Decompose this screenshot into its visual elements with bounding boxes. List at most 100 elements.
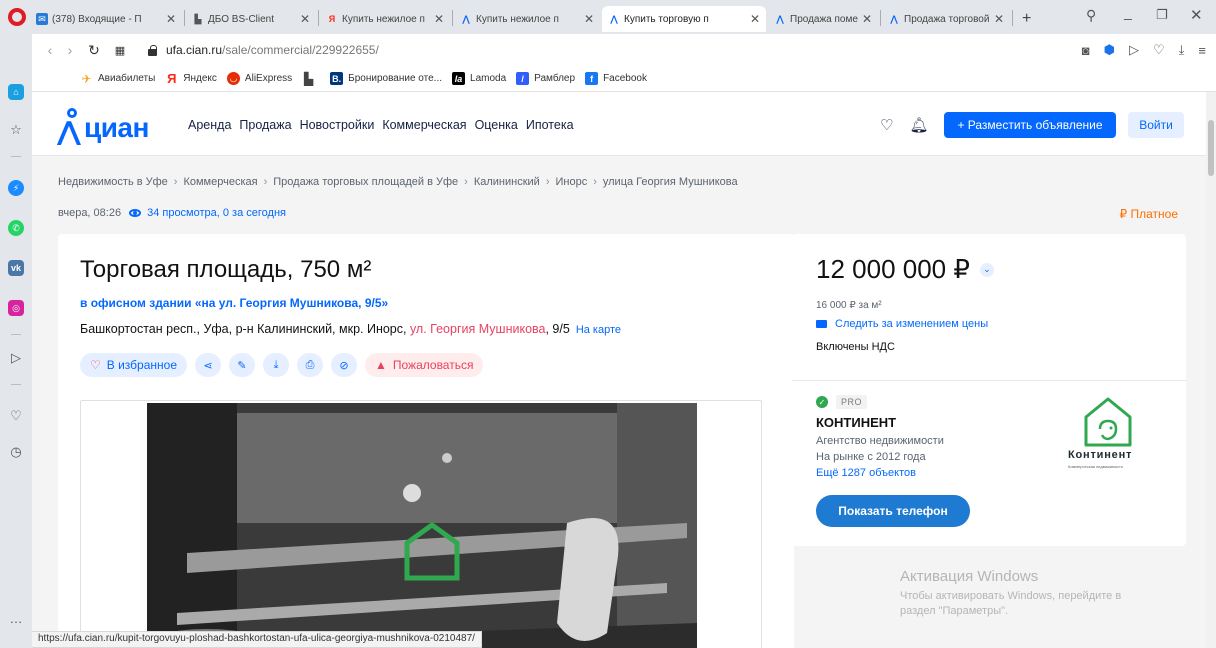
street-link[interactable]: ул. Георгия Мушникова (410, 322, 546, 336)
opera-logo-icon[interactable] (8, 8, 26, 26)
windows-activation-text: Чтобы активировать Windows, перейдите в … (900, 589, 1121, 619)
tab-mail[interactable]: ✉ (378) Входящие - П ✕ (30, 6, 182, 32)
speed-dial-icon[interactable]: ▦ (110, 44, 130, 57)
price-history-chevron-icon[interactable]: ⌄ (979, 262, 994, 277)
add-to-favorites-button[interactable]: ♡ В избранное (80, 353, 187, 377)
print-icon: ⎙ (305, 358, 315, 371)
bookmark-folder[interactable]: ▙ (302, 72, 320, 86)
easy-setup-icon[interactable]: ≡ (1198, 43, 1206, 58)
tab-yandex[interactable]: Я Купить нежилое п ✕ (320, 6, 450, 32)
nav-new-buildings[interactable]: Новостройки (300, 118, 375, 132)
close-tab-icon[interactable]: ✕ (300, 12, 310, 26)
camera-icon[interactable]: ◙ (1082, 43, 1090, 58)
breadcrumb-item[interactable]: Инорс (555, 176, 587, 188)
tab-cian-3[interactable]: ⋀ Продажа помещен ✕ (768, 6, 878, 32)
instagram-icon[interactable]: ◎ (8, 300, 24, 316)
workspace-star-icon[interactable]: ☆ (8, 122, 24, 138)
edit-note-button[interactable]: ✎ (229, 353, 255, 377)
notifications-bell-icon[interactable]: 🔔︎ (909, 116, 928, 134)
hide-eye-icon: ⊘ (339, 359, 349, 372)
agent-logo[interactable]: Континент Коммерческая недвижимость (1064, 395, 1166, 471)
photo-gallery[interactable] (80, 400, 762, 648)
tab-cian-4[interactable]: ⋀ Продажа торговой ✕ (882, 6, 1010, 32)
post-ad-button[interactable]: + Разместить объявление (944, 112, 1116, 138)
breadcrumb-item[interactable]: улица Георгия Мушникова (603, 176, 738, 188)
restore-icon[interactable]: ❐ (1156, 7, 1168, 23)
share-button[interactable]: ⋖ (195, 353, 221, 377)
bookmark-facebook[interactable]: f Facebook (585, 72, 647, 85)
tab-bs-client[interactable]: ▙ ДБО BS-Client ✕ (186, 6, 316, 32)
close-tab-icon[interactable]: ✕ (862, 12, 872, 26)
nav-valuation[interactable]: Оценка (475, 118, 518, 132)
heart-icon[interactable]: ♡ (1153, 42, 1165, 58)
bookmark-aliexpress[interactable]: ◡ AliExpress (226, 72, 292, 85)
breadcrumb-item[interactable]: Недвижимость в Уфе (58, 176, 168, 188)
bookmark-yandex[interactable]: Я Яндекс (165, 71, 217, 86)
show-phone-button[interactable]: Показать телефон (816, 495, 970, 527)
bookmark-rambler[interactable]: / Рамблер (516, 72, 575, 85)
bookmark-aviabilety[interactable]: ✈ Авиабилеты (80, 72, 155, 86)
login-button[interactable]: Войти (1128, 112, 1184, 138)
bookmark-booking[interactable]: B. Бронирование оте... (330, 72, 442, 85)
send-icon[interactable]: ▷ (1129, 42, 1139, 58)
close-tab-icon[interactable]: ✕ (434, 12, 444, 26)
nav-mortgage[interactable]: Ипотека (526, 118, 574, 132)
agent-name[interactable]: КОНТИНЕНТ (816, 415, 896, 430)
nav-sale[interactable]: Продажа (239, 118, 291, 132)
download-button[interactable]: ⤓ (263, 353, 289, 377)
close-tab-icon[interactable]: ✕ (994, 12, 1004, 26)
on-map-link[interactable]: На карте (576, 324, 621, 336)
breadcrumb-item[interactable]: Продажа торговых площадей в Уфе (273, 176, 458, 188)
breadcrumb-item[interactable]: Калининский (474, 176, 540, 188)
messenger-icon[interactable]: ⚡ (8, 180, 24, 196)
views-link[interactable]: 34 просмотра, 0 за сегодня (129, 207, 286, 219)
breadcrumb: Недвижимость в Уфе › Коммерческая › Продаж… (58, 176, 738, 188)
heart-icon[interactable]: ♡ (8, 408, 24, 424)
back-icon[interactable]: ‹ (40, 42, 60, 58)
hide-button[interactable]: ⊘ (331, 353, 357, 377)
listing-meta: вчера, 08:26 34 просмотра, 0 за сегодня (58, 207, 286, 219)
close-tab-icon[interactable]: ✕ (166, 12, 176, 26)
envelope-icon (816, 320, 827, 328)
agent-more-link[interactable]: Ещё 1287 объектов (816, 467, 916, 479)
warning-icon: ▲ (375, 358, 387, 372)
tab-cian-1[interactable]: ⋀ Купить нежилое п ✕ (454, 6, 600, 32)
listing-actions: ♡ В избранное ⋖ ✎ ⤓ ⎙ ⊘ ▲ Пожаловаться (80, 353, 484, 377)
building-link[interactable]: в офисном здании «на ул. Георгия Мушнико… (80, 296, 388, 310)
whatsapp-icon[interactable]: ✆ (8, 220, 24, 236)
close-tab-icon[interactable]: ✕ (750, 12, 760, 26)
bookmark-label: Рамблер (534, 73, 576, 84)
tab-label: (378) Входящие - П (52, 13, 142, 25)
report-button[interactable]: ▲ Пожаловаться (365, 353, 484, 377)
reload-icon[interactable]: ↻ (84, 42, 104, 59)
send-icon[interactable]: ▷ (8, 350, 24, 366)
follow-price-link[interactable]: Следить за изменением цены (816, 318, 988, 330)
bookmark-lamoda[interactable]: la Lamoda (452, 72, 506, 85)
minimize-icon[interactable]: _ (1124, 4, 1132, 20)
page-scrollbar[interactable] (1206, 92, 1216, 648)
breadcrumb-item[interactable]: Коммерческая (183, 176, 257, 188)
favorites-heart-icon[interactable]: ♡ (880, 116, 893, 134)
bookmark-label: Яндекс (183, 73, 217, 84)
more-icon[interactable]: … (8, 610, 24, 626)
history-icon[interactable]: ◷ (8, 444, 24, 460)
download-icon[interactable]: ⤓ (1179, 42, 1185, 58)
close-tab-icon[interactable]: ✕ (584, 12, 594, 26)
cian-logo[interactable]: ⋀ циан (57, 104, 149, 144)
nav-rent[interactable]: Аренда (188, 118, 231, 132)
url-field[interactable]: ufa.cian.ru/sale/commercial/229922655/ (166, 43, 379, 57)
scrollbar-thumb[interactable] (1208, 120, 1214, 176)
chevron-right-icon: › (173, 176, 178, 188)
lock-icon[interactable] (148, 44, 157, 56)
vpn-shield-icon[interactable]: ⬢ (1104, 42, 1115, 58)
search-tabs-icon[interactable]: ⚲ (1086, 7, 1096, 24)
close-window-icon[interactable]: ✕ (1190, 6, 1203, 24)
new-tab-button[interactable]: + (1016, 6, 1040, 32)
print-button[interactable]: ⎙ (297, 353, 323, 377)
tab-cian-active[interactable]: ⋀ Купить торговую п ✕ (602, 6, 766, 32)
forward-icon[interactable]: › (60, 42, 80, 58)
nav-commercial[interactable]: Коммерческая (382, 118, 466, 132)
workspace-home-icon[interactable]: ⌂ (8, 84, 24, 100)
vk-icon[interactable]: vk (8, 260, 24, 276)
listing-photo[interactable] (147, 403, 697, 648)
